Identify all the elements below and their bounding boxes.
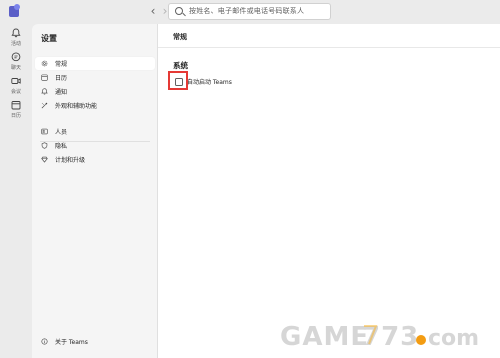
about-teams-item[interactable]: 关于 Teams (35, 335, 155, 348)
brush-icon (41, 102, 48, 109)
rail-label: 会议 (10, 89, 21, 95)
settings-item-label: 隐私 (55, 143, 68, 150)
shield-icon (41, 142, 48, 149)
watermark-logo-icon: GAME 773 com (280, 322, 479, 352)
rail-item-meetings[interactable]: 会议 (0, 74, 32, 98)
gear-icon (41, 60, 48, 67)
rail-item-calendar[interactable]: 日历 (0, 98, 32, 122)
settings-content: 常规 系统 自动启动 Teams (158, 24, 500, 358)
calendar-icon (11, 101, 21, 110)
settings-title: 设置 (41, 34, 57, 43)
rail-item-activity[interactable]: 活动 (0, 26, 32, 50)
title-bar: ‹ › 按姓名、电子邮件或电话号码联系人 (0, 0, 500, 24)
settings-item-label: 计划和升级 (55, 157, 86, 164)
people-icon (41, 128, 48, 135)
info-icon (41, 338, 48, 345)
settings-item-privacy[interactable]: 隐私 (35, 139, 155, 152)
settings-item-label: 常规 (55, 61, 68, 68)
rail-item-chat[interactable]: 聊天 (0, 50, 32, 74)
teams-logo-icon (9, 4, 20, 17)
calendar-icon (41, 74, 48, 81)
settings-item-general[interactable]: 常规 (35, 57, 155, 70)
svg-text:com: com (428, 326, 479, 351)
rail-label: 活动 (10, 41, 21, 47)
settings-item-label: 通知 (55, 89, 68, 96)
search-placeholder: 按姓名、电子邮件或电话号码联系人 (189, 7, 305, 15)
settings-item-notifications[interactable]: 通知 (35, 85, 155, 98)
chat-icon (11, 52, 21, 62)
page-title: 常规 (173, 33, 187, 41)
settings-item-plans[interactable]: 计划和升级 (35, 153, 155, 166)
settings-panel: 设置 常规 日历 通知 外观和辅助功能 人员 隐私 计划和升级 关于 Teams (32, 24, 158, 358)
settings-item-label: 外观和辅助功能 (55, 103, 98, 110)
bell-icon (11, 28, 21, 38)
settings-item-label: 日历 (55, 75, 68, 82)
settings-item-label: 人员 (55, 129, 68, 136)
content-header: 常规 (158, 24, 500, 48)
highlight-annotation (168, 71, 188, 90)
svg-text:GAME: GAME (280, 322, 369, 352)
diamond-icon (41, 156, 48, 163)
about-teams-label: 关于 Teams (55, 339, 88, 346)
settings-item-people[interactable]: 人员 (35, 125, 155, 138)
search-icon (175, 7, 183, 15)
rail-label: 日历 (10, 113, 21, 119)
settings-item-appearance[interactable]: 外观和辅助功能 (35, 99, 155, 112)
section-heading-system: 系统 (173, 61, 188, 70)
search-input[interactable]: 按姓名、电子邮件或电话号码联系人 (168, 3, 331, 20)
rail-label: 聊天 (10, 65, 21, 71)
autostart-option[interactable]: 自动启动 Teams (173, 76, 333, 88)
video-icon (11, 78, 21, 84)
autostart-label: 自动启动 Teams (187, 79, 232, 86)
settings-item-calendar[interactable]: 日历 (35, 71, 155, 84)
site-watermark-logo: GAME 773 com (280, 320, 490, 352)
app-rail: 活动 聊天 会议 日历 (0, 24, 32, 358)
bell-icon (41, 88, 48, 95)
